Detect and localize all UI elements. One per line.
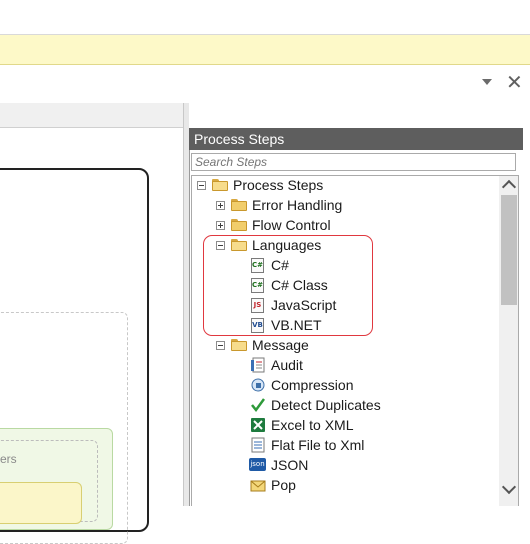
- yellow-step-shape[interactable]: [0, 482, 82, 524]
- folder-icon: [231, 219, 247, 231]
- tree-item-process-steps[interactable]: Process Steps: [233, 175, 323, 195]
- search-steps-input[interactable]: [191, 153, 516, 171]
- flat-file-icon: [251, 437, 265, 453]
- canvas-header-strip: [0, 103, 183, 128]
- excel-icon: [251, 418, 265, 432]
- tree-item-pop[interactable]: Pop: [271, 475, 296, 495]
- panel-title: Process Steps: [194, 131, 285, 147]
- languages-highlight: [203, 235, 373, 336]
- tree-item-message[interactable]: Message: [252, 335, 309, 355]
- expand-toggle-icon[interactable]: [216, 221, 225, 230]
- tree-item-json[interactable]: JSON: [271, 455, 308, 475]
- collapse-toggle-icon[interactable]: [197, 181, 206, 190]
- pop-icon: [250, 480, 266, 492]
- scroll-thumb[interactable]: [501, 195, 517, 305]
- tree-item-excel-to-xml[interactable]: Excel to XML: [271, 415, 353, 435]
- tree-item-detect-duplicates[interactable]: Detect Duplicates: [271, 395, 381, 415]
- json-icon: json: [249, 458, 266, 471]
- checkmark-icon: [251, 398, 266, 413]
- top-toolbar: [0, 0, 530, 35]
- audit-icon: [251, 357, 265, 373]
- document-tab-row: [0, 65, 530, 103]
- tree-item-error-handling[interactable]: Error Handling: [252, 195, 342, 215]
- tree-item-compression[interactable]: Compression: [271, 375, 353, 395]
- tree-item-flow-control[interactable]: Flow Control: [252, 215, 331, 235]
- collapse-toggle-icon[interactable]: [216, 341, 225, 350]
- close-icon[interactable]: ✕: [506, 72, 523, 92]
- expand-toggle-icon[interactable]: [216, 201, 225, 210]
- info-bar: [0, 35, 530, 65]
- tree-item-audit[interactable]: Audit: [271, 355, 303, 375]
- folder-icon: [231, 199, 247, 211]
- open-folder-icon: [231, 339, 247, 351]
- canvas-partial-label: ers: [0, 452, 17, 466]
- open-folder-icon: [212, 179, 228, 191]
- tree-item-flat-file-to-xml[interactable]: Flat File to Xml: [271, 435, 364, 455]
- panel-header: Process Steps: [189, 128, 523, 150]
- dropdown-arrow-icon[interactable]: [482, 79, 492, 85]
- compression-icon: [251, 378, 265, 392]
